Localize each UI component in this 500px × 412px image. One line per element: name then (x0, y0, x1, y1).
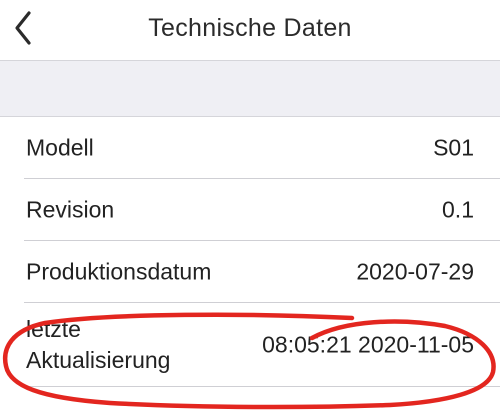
section-header (0, 60, 500, 117)
row-revision: Revision 0.1 (0, 179, 500, 241)
row-value: 0.1 (442, 196, 474, 223)
row-label: Modell (26, 134, 94, 161)
row-value: 08:05:21 2020-11-05 (262, 331, 474, 358)
technical-data-list: Modell S01 Revision 0.1 Produktionsdatum… (0, 117, 500, 387)
row-production-date: Produktionsdatum 2020-07-29 (0, 241, 500, 303)
row-model: Modell S01 (0, 117, 500, 179)
row-last-update: letzte Aktualisierung 08:05:21 2020-11-0… (0, 303, 500, 387)
row-value: 2020-07-29 (356, 258, 474, 285)
row-label-line-2: Aktualisierung (26, 347, 171, 373)
row-label: Revision (26, 196, 115, 223)
row-label: Produktionsdatum (26, 258, 212, 285)
page-title: Technische Daten (148, 14, 352, 42)
row-label-line-1: letzte (26, 316, 81, 342)
row-label: letzte Aktualisierung (26, 314, 170, 376)
row-value: S01 (433, 134, 474, 161)
navigation-bar: Technische Daten (0, 0, 500, 60)
